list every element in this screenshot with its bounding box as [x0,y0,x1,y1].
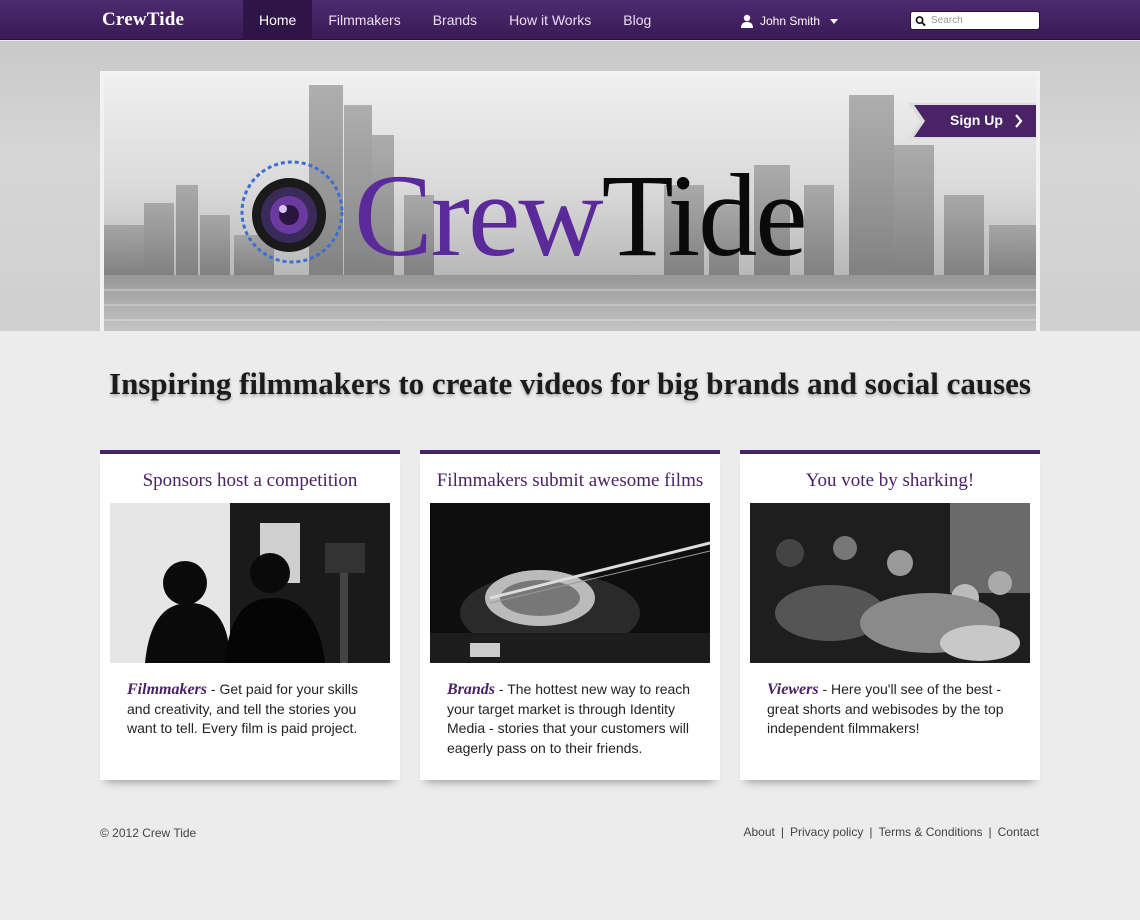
caret-down-icon [830,18,839,24]
crewtide-wordmark: CrewTide [354,150,808,281]
feature-card-viewers: You vote by sharking! Viewers - Here you… [740,450,1040,780]
card-lead: Viewers [767,681,819,698]
nav-blog[interactable]: Blog [607,0,667,40]
card-description: Viewers - Here you'll see of the best - … [767,681,1004,736]
footer-link-about[interactable]: About [744,825,775,839]
card-title: You vote by sharking! [805,470,975,491]
footer-separator: | [780,825,784,839]
hero-city-image: CrewTide Sign Up [104,75,1036,331]
card-description: Brands - The hottest new way to reach yo… [447,681,691,756]
feature-card-filmmakers: Filmmakers submit awesome films Brands -… [420,450,720,780]
footer-links: About | Privacy policy | Terms & Conditi… [744,825,1040,839]
signup-button[interactable]: Sign Up [908,103,1036,139]
nav-how-it-works[interactable]: How it Works [493,0,607,40]
card-title: Filmmakers submit awesome films [436,470,704,491]
card-description: Filmmakers - Get paid for your skills an… [127,681,358,736]
search-box [910,11,1040,30]
camera-lens-icon [240,160,344,264]
brand-logo[interactable]: CrewTide [102,9,184,31]
page-tagline: Inspiring filmmakers to create videos fo… [109,366,1031,401]
footer-link-terms[interactable]: Terms & Conditions [878,825,982,839]
nav-home[interactable]: Home [243,0,313,40]
footer-link-privacy[interactable]: Privacy policy [790,825,863,839]
nav-filmmakers[interactable]: Filmmakers [312,0,416,40]
card-lead: Brands [447,681,496,698]
search-input[interactable] [931,15,1039,26]
nav-brands[interactable]: Brands [417,0,493,40]
user-icon [741,14,753,28]
main-nav: Home Filmmakers Brands How it Works Blog [243,0,667,40]
card-title: Sponsors host a competition [142,470,358,491]
feature-card-sponsors: Sponsors host a competition Filmmakers -… [100,450,400,780]
search-icon [915,15,926,26]
top-navbar: CrewTide Home Filmmakers Brands How it W… [0,0,1140,40]
user-menu-dropdown[interactable]: John Smith [740,12,839,30]
hero-banner: CrewTide Sign Up [100,71,1040,331]
footer-separator: | [988,825,992,839]
copyright-text: © 2012 Crew Tide [100,826,197,840]
film-crew-photo [110,503,390,663]
user-name: John Smith [760,14,821,28]
card-lead: Filmmakers [127,681,208,698]
footer-link-contact[interactable]: Contact [998,825,1039,839]
audience-photo [750,503,1030,663]
guitar-photo [430,503,710,663]
signup-label: Sign Up [950,112,1003,128]
footer-separator: | [869,825,873,839]
